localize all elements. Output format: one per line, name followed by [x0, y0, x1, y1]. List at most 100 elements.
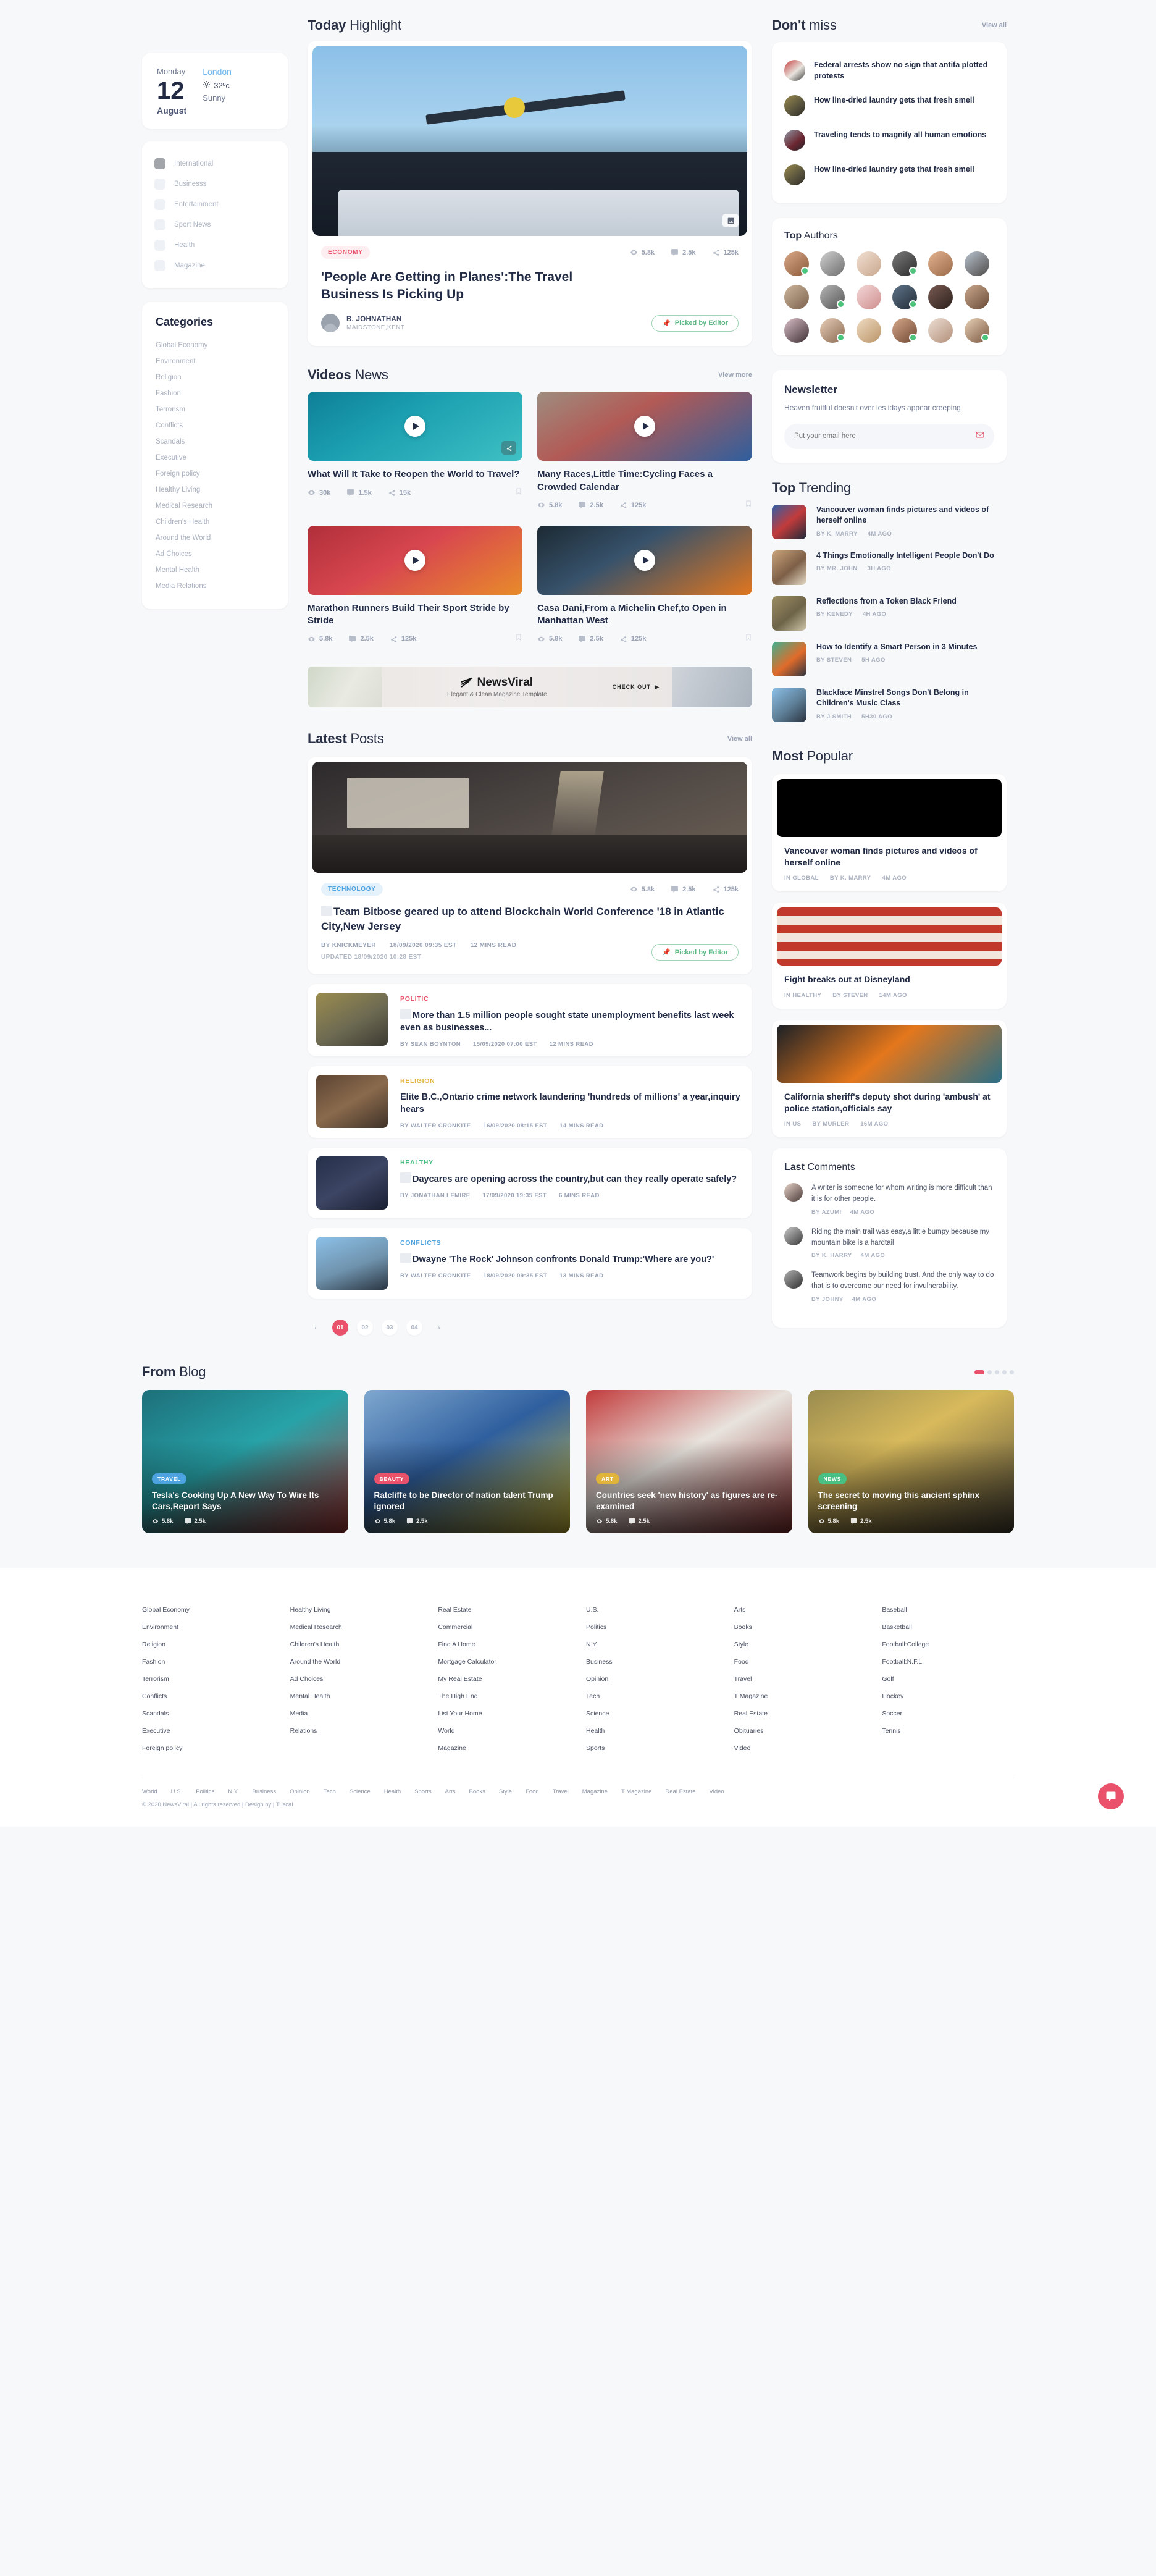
- video-title[interactable]: Marathon Runners Build Their Sport Strid…: [308, 602, 522, 628]
- footer-bottom-link[interactable]: Video: [710, 1788, 724, 1795]
- footer-link[interactable]: Mortgage Calculator: [438, 1653, 570, 1670]
- footer-bottom-link[interactable]: Science: [350, 1788, 371, 1795]
- author-avatar[interactable]: [820, 318, 845, 343]
- author-avatar[interactable]: [820, 251, 845, 276]
- footer-link[interactable]: Conflicts: [142, 1688, 274, 1705]
- blog-category-badge[interactable]: NEWS: [818, 1473, 847, 1484]
- footer-link[interactable]: Opinion: [586, 1670, 718, 1688]
- video-thumbnail[interactable]: [308, 525, 522, 595]
- footer-link[interactable]: Media: [290, 1705, 422, 1722]
- footer-link[interactable]: Football:College: [882, 1636, 1014, 1653]
- video-thumbnail[interactable]: [308, 392, 522, 461]
- blog-category-badge[interactable]: ART: [596, 1473, 619, 1484]
- play-icon[interactable]: [404, 416, 425, 437]
- footer-bottom-link[interactable]: Magazine: [582, 1788, 608, 1795]
- dont-miss-item[interactable]: Federal arrests show no sign that antifa…: [784, 53, 994, 88]
- video-card[interactable]: What Will It Take to Reopen the World to…: [308, 392, 522, 511]
- email-input[interactable]: [794, 432, 976, 440]
- gallery-icon[interactable]: [722, 214, 739, 227]
- footer-bottom-link[interactable]: Arts: [445, 1788, 456, 1795]
- category-link[interactable]: Around the World: [156, 530, 274, 546]
- toggle-swatch[interactable]: [154, 219, 165, 230]
- blog-card[interactable]: BEAUTY Ratcliffe to be Director of natio…: [364, 1390, 570, 1534]
- author-avatar[interactable]: [964, 251, 989, 276]
- category-link[interactable]: Fashion: [156, 385, 274, 402]
- footer-bottom-link[interactable]: Sports: [414, 1788, 431, 1795]
- footer-link[interactable]: Food: [734, 1653, 866, 1670]
- footer-link[interactable]: Commercial: [438, 1618, 570, 1636]
- author-avatar[interactable]: [928, 251, 953, 276]
- post-category[interactable]: RELIGION: [400, 1077, 743, 1085]
- footer-link[interactable]: Real Estate: [734, 1705, 866, 1722]
- hero-author[interactable]: B. JOHNATHAN MAIDSTONE,KENT: [321, 314, 404, 333]
- author-avatar[interactable]: [928, 318, 953, 343]
- newsletter-input-wrap[interactable]: [784, 423, 994, 449]
- post-category[interactable]: HEALTHY: [400, 1159, 743, 1166]
- footer-link[interactable]: Baseball: [882, 1601, 1014, 1618]
- category-link[interactable]: Religion: [156, 369, 274, 385]
- footer-link[interactable]: Magazine: [438, 1740, 570, 1757]
- footer-bottom-link[interactable]: Opinion: [290, 1788, 310, 1795]
- footer-bottom-link[interactable]: Tech: [324, 1788, 336, 1795]
- most-popular-item[interactable]: California sheriff's deputy shot during …: [772, 1019, 1007, 1138]
- toggle-swatch[interactable]: [154, 199, 165, 210]
- post-row[interactable]: RELIGION Elite B.C.,Ontario crime networ…: [308, 1066, 752, 1139]
- footer-bottom-link[interactable]: U.S.: [171, 1788, 182, 1795]
- footer-link[interactable]: Style: [734, 1636, 866, 1653]
- footer-link[interactable]: Travel: [734, 1670, 866, 1688]
- most-popular-item[interactable]: Fight breaks out at Disneyland IN HEALTH…: [772, 903, 1007, 1009]
- footer-link[interactable]: Ad Choices: [290, 1670, 422, 1688]
- footer-link[interactable]: Tennis: [882, 1722, 1014, 1740]
- hero-category-badge[interactable]: ECONOMY: [321, 246, 370, 259]
- footer-link[interactable]: Video: [734, 1740, 866, 1757]
- channel-item[interactable]: Sport News: [154, 215, 275, 235]
- pagination-page[interactable]: 02: [357, 1320, 373, 1336]
- footer-bottom-link[interactable]: Health: [384, 1788, 401, 1795]
- post-title[interactable]: More than 1.5 million people sought stat…: [400, 1009, 743, 1034]
- footer-bottom-link[interactable]: Style: [499, 1788, 512, 1795]
- pagination-page[interactable]: 04: [406, 1320, 422, 1336]
- promo-banner[interactable]: NewsViral Elegant & Clean Magazine Templ…: [308, 667, 752, 708]
- author-avatar[interactable]: [892, 285, 917, 309]
- footer-link[interactable]: Books: [734, 1618, 866, 1636]
- footer-link[interactable]: Relations: [290, 1722, 422, 1740]
- footer-link[interactable]: Golf: [882, 1670, 1014, 1688]
- post-row[interactable]: CONFLICTS Dwayne 'The Rock' Johnson conf…: [308, 1228, 752, 1299]
- pagination-page[interactable]: 01: [332, 1320, 348, 1336]
- trending-item[interactable]: Blackface Minstrel Songs Don't Belong in…: [772, 687, 1007, 722]
- envelope-icon[interactable]: [976, 431, 984, 442]
- category-link[interactable]: Healthy Living: [156, 482, 274, 498]
- hero-article[interactable]: ECONOMY 5.8k 2.5k 125k 'People Are Getti…: [308, 41, 752, 347]
- trending-item[interactable]: How to Identify a Smart Person in 3 Minu…: [772, 641, 1007, 676]
- post-row[interactable]: HEALTHY Daycares are opening across the …: [308, 1148, 752, 1219]
- footer-bottom-link[interactable]: World: [142, 1788, 157, 1795]
- footer-link[interactable]: Arts: [734, 1601, 866, 1618]
- author-avatar[interactable]: [856, 318, 881, 343]
- post-title[interactable]: Dwayne 'The Rock' Johnson confronts Dona…: [400, 1253, 743, 1266]
- footer-link[interactable]: Business: [586, 1653, 718, 1670]
- dont-miss-item[interactable]: How line-dried laundry gets that fresh s…: [784, 158, 994, 192]
- footer-link[interactable]: Medical Research: [290, 1618, 422, 1636]
- dont-miss-item[interactable]: How line-dried laundry gets that fresh s…: [784, 88, 994, 123]
- footer-link[interactable]: Mental Health: [290, 1688, 422, 1705]
- category-link[interactable]: Executive: [156, 450, 274, 466]
- carousel-dot[interactable]: [995, 1370, 999, 1374]
- play-icon[interactable]: [404, 549, 425, 571]
- footer-link[interactable]: N.Y.: [586, 1636, 718, 1653]
- category-link[interactable]: Foreign policy: [156, 466, 274, 482]
- comment-item[interactable]: Teamwork begins by building trust. And t…: [784, 1270, 994, 1303]
- author-avatar[interactable]: [964, 318, 989, 343]
- channel-item[interactable]: Entertainment: [154, 195, 275, 215]
- footer-link[interactable]: Tech: [586, 1688, 718, 1705]
- blog-category-badge[interactable]: TRAVEL: [152, 1473, 187, 1484]
- pagination-page[interactable]: 03: [382, 1320, 398, 1336]
- channel-item[interactable]: Magazine: [154, 256, 275, 276]
- category-link[interactable]: Terrorism: [156, 402, 274, 418]
- footer-link[interactable]: Foreign policy: [142, 1740, 274, 1757]
- channel-item[interactable]: Health: [154, 235, 275, 256]
- category-link[interactable]: Environment: [156, 353, 274, 369]
- video-card[interactable]: Casa Dani,From a Michelin Chef,to Open i…: [537, 525, 752, 645]
- post-title[interactable]: Daycares are opening across the country,…: [400, 1172, 743, 1185]
- bookmark-icon[interactable]: [745, 500, 752, 511]
- category-link[interactable]: Global Economy: [156, 337, 274, 353]
